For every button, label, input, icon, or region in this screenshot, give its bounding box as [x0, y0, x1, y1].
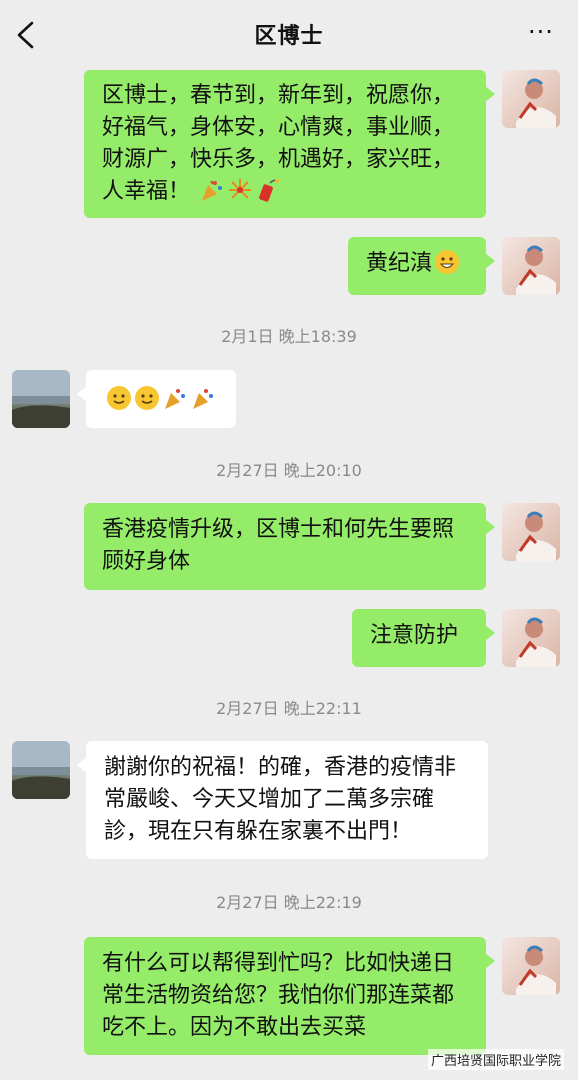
- grinning-face-icon: [434, 249, 460, 275]
- timestamp: 2月27日 晚上22:11: [216, 699, 362, 718]
- my-avatar[interactable]: [502, 70, 560, 128]
- my-avatar[interactable]: [502, 237, 560, 295]
- party-popper-icon: [190, 385, 216, 411]
- message-bubble[interactable]: 香港疫情升级，区博士和何先生要照顾好身体: [84, 503, 495, 590]
- friend-avatar[interactable]: [12, 741, 70, 799]
- message-bubble[interactable]: 注意防护: [352, 609, 495, 667]
- timestamp: 2月27日 晚上22:19: [216, 893, 362, 912]
- my-avatar[interactable]: [502, 609, 560, 667]
- chat-title: 区博士: [254, 24, 324, 49]
- timestamp: 2月1日 晚上18:39: [221, 327, 357, 346]
- timestamp: 2月27日 晚上20:10: [216, 461, 362, 480]
- message-text: 香港疫情升级，区博士和何先生要照顾好身体: [102, 517, 455, 574]
- message-text: 黄纪滇: [366, 251, 433, 276]
- message-text: 注意防护: [370, 623, 459, 648]
- party-popper-icon: [162, 385, 188, 411]
- more-options-icon[interactable]: ···: [526, 20, 556, 48]
- fireworks-icon: [227, 177, 253, 203]
- my-avatar[interactable]: [502, 937, 560, 995]
- firecracker-icon: [255, 177, 281, 203]
- smiling-face-icon: [106, 385, 132, 411]
- message-text: 有什么可以帮得到忙吗？比如快递日常生活物资给您？我怕你们那连菜都吃不上。因为不敢…: [102, 951, 455, 1040]
- party-popper-icon: [199, 177, 225, 203]
- message-text: 謝謝你的祝福！的確，香港的疫情非常嚴峻、今天又增加了二萬多宗確診，現在只有躲在家…: [104, 755, 457, 844]
- chat-header: 区博士 ···: [0, 0, 578, 70]
- watermark-text: 广西培贤国际职业学院: [427, 1049, 564, 1070]
- friend-avatar[interactable]: [12, 370, 70, 428]
- message-bubble[interactable]: 有什么可以帮得到忙吗？比如快递日常生活物资给您？我怕你们那连菜都吃不上。因为不敢…: [84, 937, 495, 1055]
- message-bubble[interactable]: 区博士，春节到，新年到，祝愿你，好福气，身体安，心情爽，事业顺，财源广，快乐多，…: [84, 70, 495, 218]
- smiling-face-icon: [134, 385, 160, 411]
- message-bubble[interactable]: [77, 370, 236, 428]
- my-avatar[interactable]: [502, 503, 560, 561]
- message-bubble[interactable]: 黄纪滇: [348, 237, 495, 295]
- message-bubble[interactable]: 謝謝你的祝福！的確，香港的疫情非常嚴峻、今天又增加了二萬多宗確診，現在只有躲在家…: [77, 741, 488, 859]
